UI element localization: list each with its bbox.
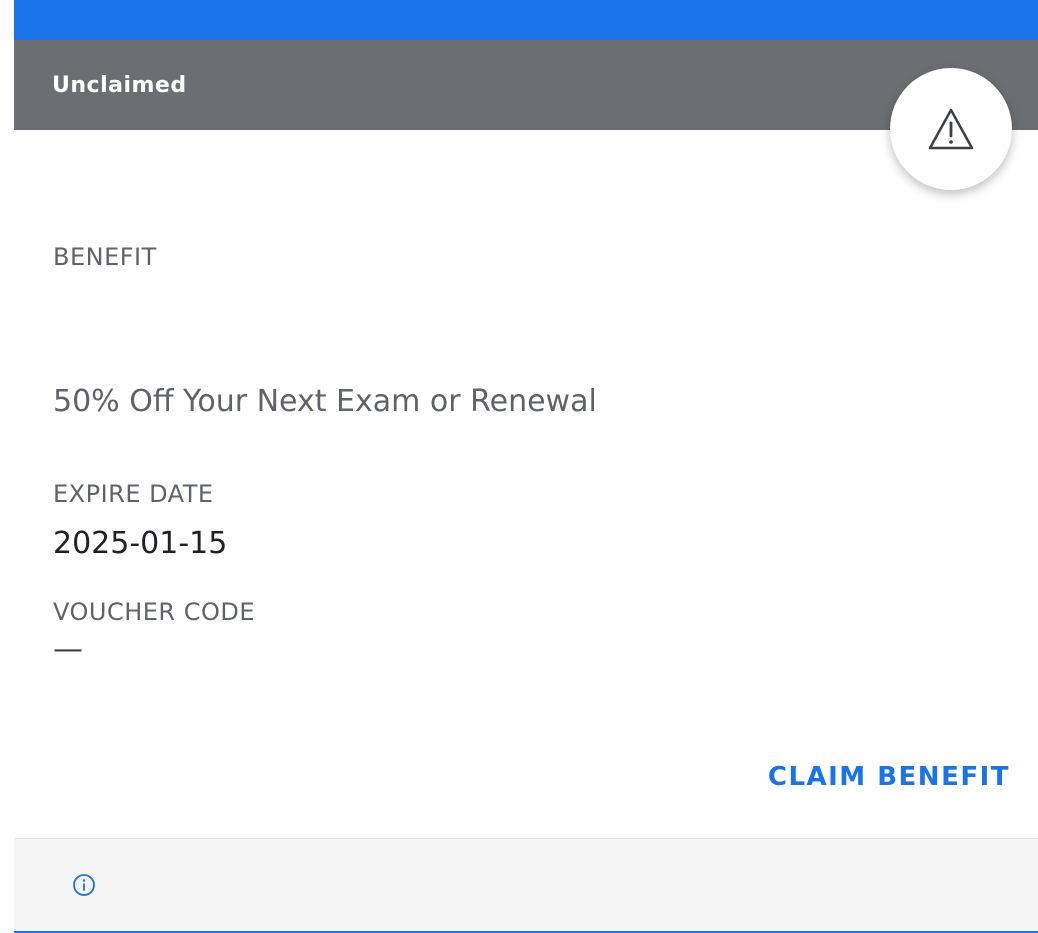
claim-benefit-button[interactable]: CLAIM BENEFIT <box>768 762 1010 792</box>
info-icon[interactable] <box>72 873 96 897</box>
top-accent-bar <box>14 0 1038 40</box>
status-label: Unclaimed <box>52 73 187 98</box>
benefit-card: Unclaimed BENEFIT 50% Off Your Next Exam… <box>14 0 1038 933</box>
expire-date-value: 2025-01-15 <box>53 526 228 561</box>
voucher-code-value: — <box>53 632 83 667</box>
expire-date-label: EXPIRE DATE <box>53 480 214 508</box>
warning-badge <box>890 68 1012 190</box>
benefit-value: 50% Off Your Next Exam or Renewal <box>53 384 597 419</box>
card-footer <box>14 838 1038 933</box>
benefit-label: BENEFIT <box>53 243 157 271</box>
voucher-code-label: VOUCHER CODE <box>53 598 256 626</box>
warning-icon <box>928 108 974 150</box>
